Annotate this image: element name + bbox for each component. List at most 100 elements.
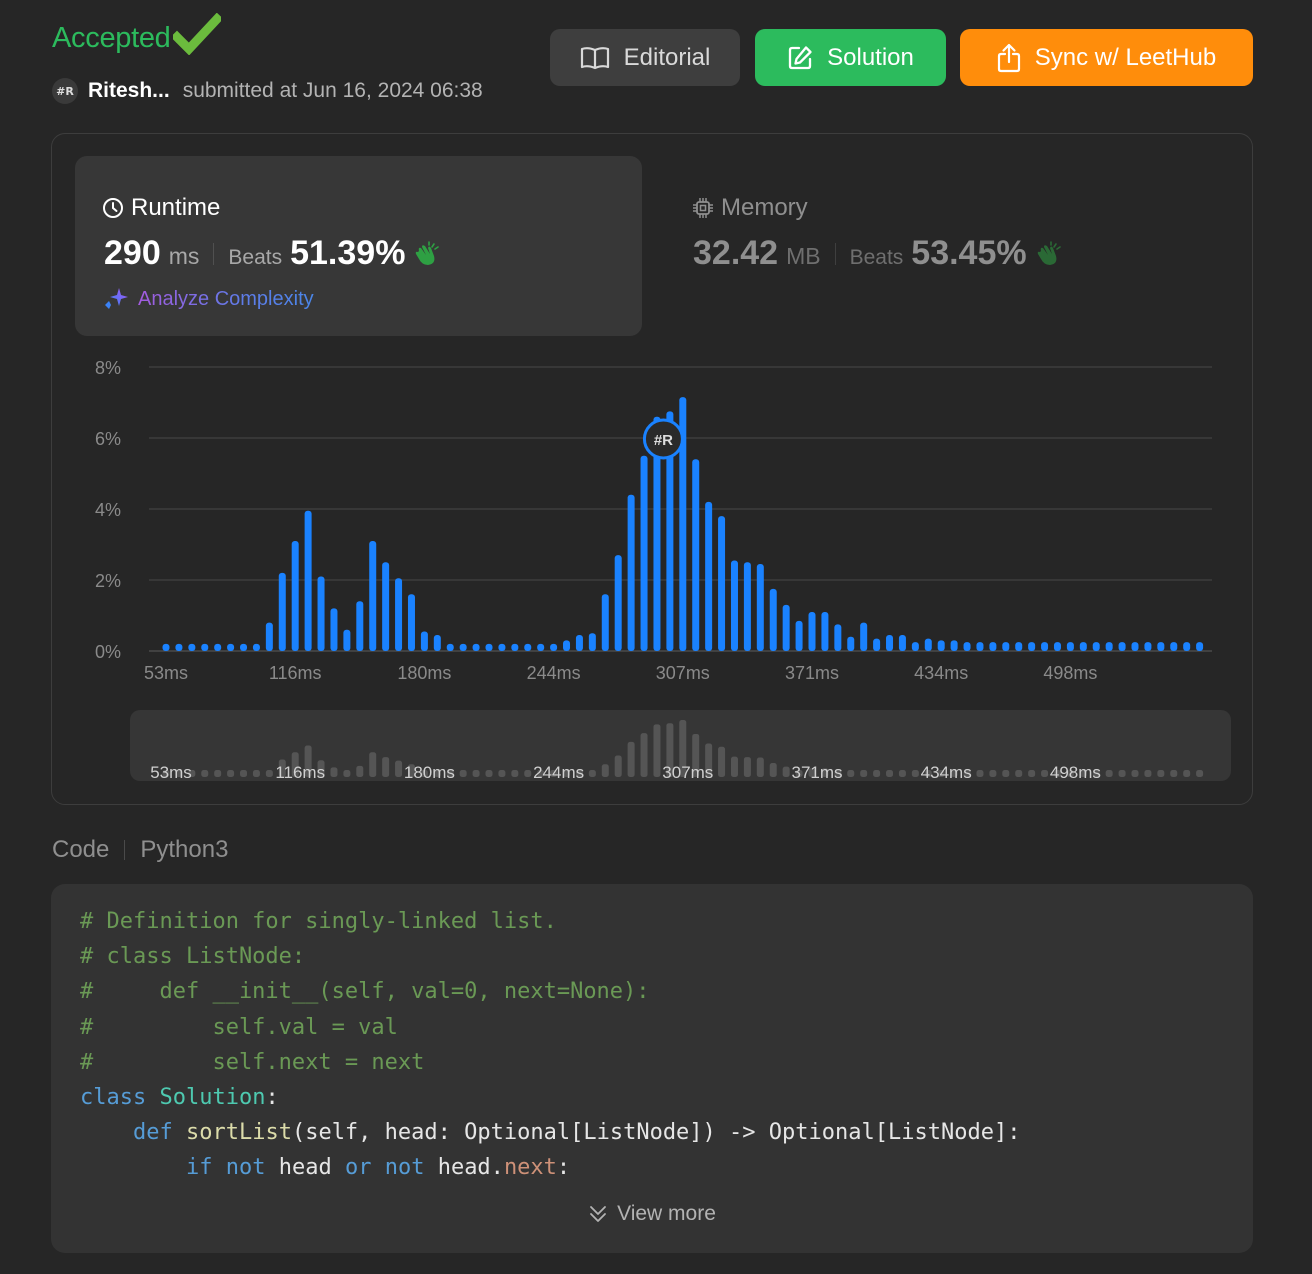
bar — [1196, 642, 1204, 651]
bar — [382, 562, 390, 651]
bar — [937, 640, 945, 651]
y-tick-label: 6% — [95, 429, 121, 449]
code-token: or — [344, 1155, 372, 1181]
editorial-button[interactable]: Editorial — [550, 29, 740, 86]
checkmark-icon — [172, 12, 221, 55]
navigator-range-handle[interactable] — [130, 710, 1231, 781]
username[interactable]: Ritesh... — [88, 79, 170, 103]
code-token: : — [556, 1155, 571, 1181]
code-token: head — [265, 1155, 345, 1181]
clock-icon — [103, 198, 123, 218]
bar — [601, 594, 609, 651]
y-tick-label: 0% — [95, 642, 121, 662]
code-token: sortList — [185, 1120, 292, 1146]
bar — [924, 638, 932, 651]
bar — [446, 643, 454, 651]
sparkle-icon — [105, 288, 128, 309]
bar — [1041, 642, 1049, 651]
bar — [395, 578, 403, 651]
bar — [834, 624, 842, 651]
submission-info: #R Ritesh... submitted at Jun 16, 2024 0… — [52, 78, 483, 104]
bar — [782, 604, 790, 651]
bar — [769, 588, 777, 651]
memory-panel[interactable]: Memory 32.42 MB Beats 53.45% — [692, 156, 1192, 336]
memory-title-text: Memory — [721, 194, 808, 221]
analyze-complexity-button[interactable]: Analyze Complexity — [103, 286, 314, 312]
solution-button[interactable]: Solution — [755, 29, 946, 86]
bar — [1028, 642, 1036, 651]
view-more-button[interactable]: View more — [51, 1202, 1253, 1226]
code-token: # class ListNode: — [80, 944, 306, 970]
x-tick-label: 53ms — [144, 663, 188, 683]
bar — [252, 643, 260, 651]
chevron-double-down-icon — [590, 1206, 606, 1222]
divider — [213, 242, 215, 265]
x-tick-label: 116ms — [269, 663, 322, 683]
bar — [1183, 642, 1191, 651]
bar — [718, 516, 726, 651]
y-tick-label: 8% — [95, 358, 121, 378]
bar — [537, 643, 545, 651]
code-line: # self.val = val — [80, 1010, 1020, 1045]
bar — [485, 643, 493, 651]
book-open-icon — [580, 46, 609, 69]
runtime-title: Runtime — [102, 194, 220, 222]
code-token: # self.val = val — [80, 1014, 398, 1040]
avatar[interactable]: #R — [52, 78, 78, 104]
memory-unit: MB — [786, 243, 821, 269]
code-header: Code Python3 — [52, 836, 228, 864]
code-content[interactable]: # Definition for singly-linked list. # cl… — [80, 904, 1020, 1186]
bar — [1157, 642, 1165, 651]
code-token: (self, head: Optional[ListNode]) -> Opti… — [291, 1120, 1021, 1146]
code-token: : — [265, 1085, 279, 1111]
bar — [588, 633, 596, 651]
bar — [343, 629, 351, 651]
x-tick-label: 244ms — [527, 663, 581, 683]
sync-leethub-button[interactable]: Sync w/ LeetHub — [960, 29, 1253, 86]
memory-beats-value: 53.45% — [911, 234, 1027, 272]
bar — [705, 501, 713, 651]
bar — [420, 631, 428, 651]
y-tick-label: 4% — [95, 500, 121, 520]
bar — [162, 643, 170, 651]
bar — [472, 643, 480, 651]
bar — [640, 455, 648, 651]
bar — [860, 622, 868, 651]
runtime-stats: 290 ms Beats 51.39% — [104, 234, 441, 273]
code-line: if not head or not head.next: — [80, 1150, 1020, 1185]
bar — [459, 643, 467, 651]
performance-card: 0% 2% 4% 6% 8% 53ms 116ms 180ms 244ms 307ms 371ms 4… — [51, 133, 1253, 805]
clapping-hands-icon — [416, 240, 440, 265]
submission-status: Accepted — [52, 12, 221, 55]
sync-label: Sync w/ LeetHub — [1034, 43, 1217, 71]
share-upload-icon — [997, 43, 1020, 72]
bar — [433, 635, 441, 651]
divider — [834, 242, 836, 265]
bar — [304, 510, 312, 651]
runtime-beats-label: Beats — [228, 246, 283, 269]
code-token: # Definition for singly-linked list. — [80, 909, 557, 934]
code-label: Code — [52, 836, 110, 863]
marker-label: #R — [654, 432, 673, 449]
view-more-label: View more — [617, 1202, 716, 1225]
bar — [614, 555, 622, 651]
bar — [214, 643, 222, 651]
memory-beats-label: Beats — [849, 246, 904, 269]
bar — [1079, 642, 1087, 651]
runtime-panel[interactable]: Runtime 290 ms Beats 51.39% Analyze Comp… — [75, 156, 642, 336]
bar — [795, 620, 803, 651]
bar — [1118, 642, 1126, 651]
bar — [808, 611, 816, 651]
user-submission-marker[interactable]: #R — [642, 418, 684, 460]
bar — [330, 608, 338, 651]
submitted-time: submitted at Jun 16, 2024 06:38 — [182, 79, 483, 102]
bar — [278, 572, 286, 651]
memory-value: 32.42 — [693, 234, 779, 272]
bar — [976, 642, 984, 651]
bar — [1131, 642, 1139, 651]
code-line: # self.next = next — [80, 1045, 1020, 1080]
bar — [201, 643, 209, 651]
editorial-label: Editorial — [623, 43, 711, 71]
runtime-unit: ms — [168, 243, 200, 269]
